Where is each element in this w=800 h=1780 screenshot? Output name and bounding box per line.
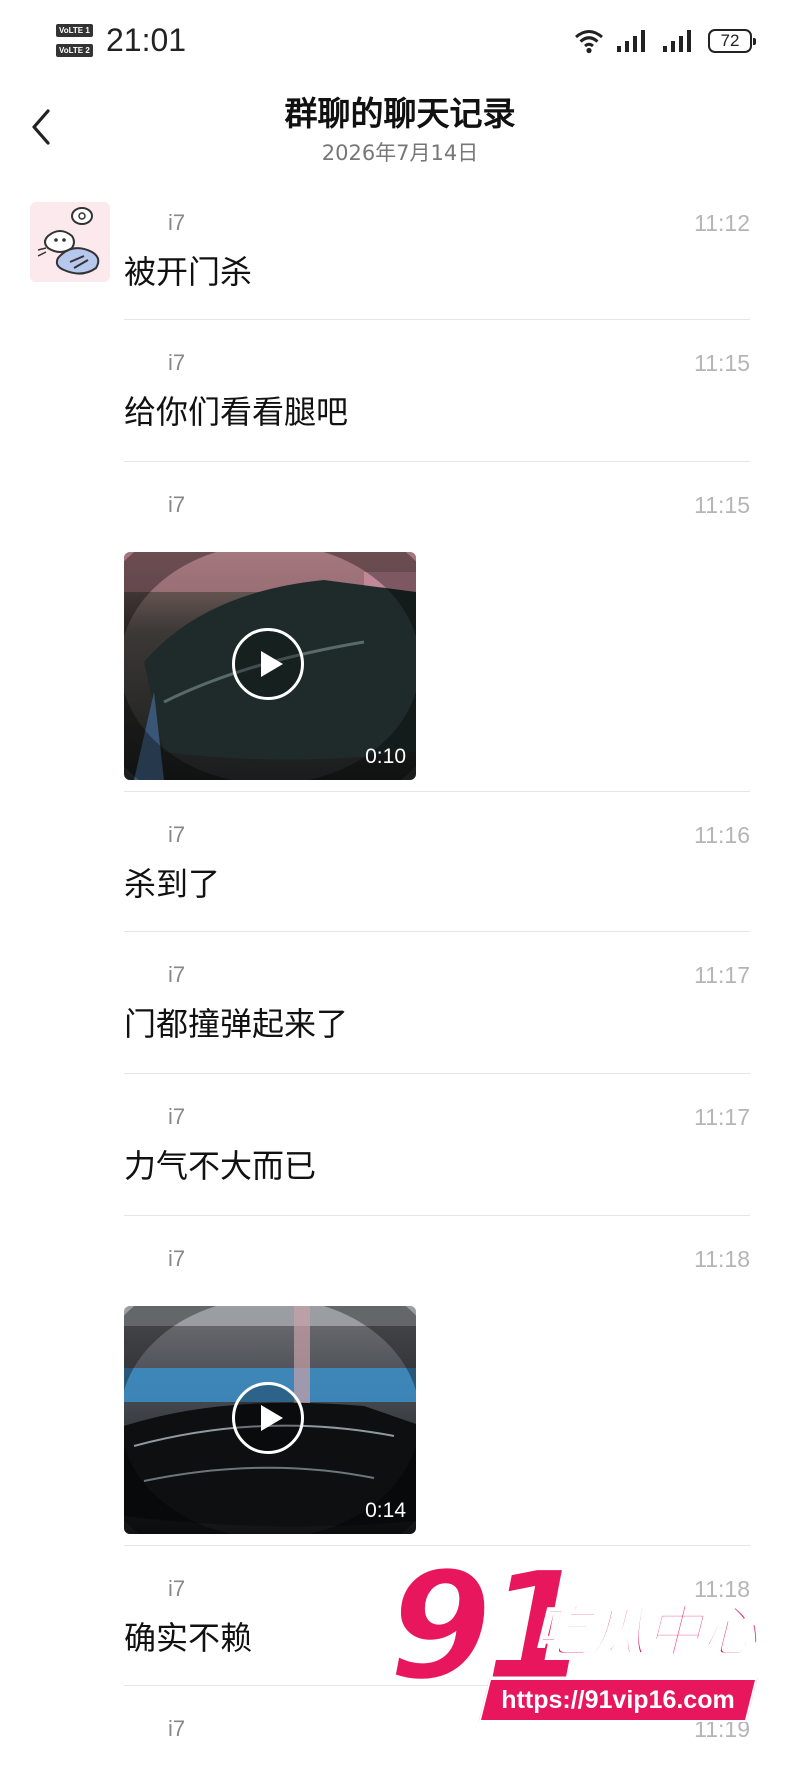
page-subtitle: 2026年7月14日: [321, 141, 479, 165]
message-time: 11:16: [694, 822, 750, 848]
message-time: 11:17: [694, 1104, 750, 1130]
message-text: 给你们看看腿吧: [124, 393, 349, 431]
message-item[interactable]: i7 11:12 被开门杀: [0, 180, 800, 320]
message-time: 11:15: [694, 350, 750, 376]
message-item[interactable]: i7 11:17 门都撞弹起来了: [0, 932, 800, 1074]
sender-name: i7: [168, 1104, 186, 1129]
volte-badge-2: VoLTE 2: [56, 44, 93, 57]
volte-badge-1: VoLTE 1: [56, 24, 93, 37]
message-time: 11:12: [694, 210, 750, 236]
battery-nub: [753, 38, 756, 45]
message-time: 11:18: [694, 1246, 750, 1272]
status-icons: 72: [574, 24, 756, 58]
message-item[interactable]: i7 11:18 0:14: [0, 1216, 800, 1546]
message-time: 11:15: [694, 492, 750, 518]
watermark-name: 吃瓜中心: [533, 1599, 759, 1666]
message-text: 被开门杀: [124, 253, 253, 291]
volte-indicator: VoLTE 1 VoLTE 2: [56, 24, 100, 62]
message-item[interactable]: i7 11:16 杀到了: [0, 792, 800, 932]
status-bar: VoLTE 1 VoLTE 2 21:01 72: [0, 0, 800, 80]
signal-icon: [617, 30, 645, 52]
battery-icon: 72: [708, 29, 756, 53]
video-message[interactable]: 0:14: [124, 1306, 416, 1534]
wifi-icon: [575, 30, 603, 54]
message-item[interactable]: i7 11:15 给你们看看腿吧: [0, 320, 800, 462]
sender-name: i7: [168, 350, 186, 375]
watermark-logo: 91 吃瓜中心 https://91vip16.com: [384, 1551, 774, 1752]
battery-level: 72: [720, 31, 740, 50]
play-icon[interactable]: [232, 628, 304, 700]
avatar[interactable]: [30, 202, 110, 282]
sender-name: i7: [168, 1716, 186, 1741]
video-duration: 0:14: [365, 1499, 406, 1522]
sender-name: i7: [168, 1246, 186, 1271]
message-text: 门都撞弹起来了: [124, 1005, 349, 1043]
sender-name: i7: [168, 822, 186, 847]
sender-name: i7: [168, 962, 186, 987]
header: 群聊的聊天记录 2026年7月14日: [0, 80, 800, 180]
cartoon-avatar-icon: [30, 202, 110, 282]
watermark-url: https://91vip16.com: [501, 1686, 735, 1714]
signal-icon: [663, 30, 691, 52]
sender-name: i7: [168, 1576, 186, 1601]
message-time: 11:17: [694, 962, 750, 988]
message-item[interactable]: i7 11:15 0:10: [0, 462, 800, 792]
video-duration: 0:10: [365, 745, 406, 768]
page-title: 群聊的聊天记录: [284, 94, 516, 133]
play-icon[interactable]: [232, 1382, 304, 1454]
message-text: 力气不大而已: [124, 1147, 317, 1185]
sender-name: i7: [168, 210, 186, 235]
status-time: 21:01: [106, 22, 187, 58]
message-text: 确实不赖: [124, 1619, 253, 1657]
watermark-url-badge: https://91vip16.com: [478, 1678, 758, 1722]
video-message[interactable]: 0:10: [124, 552, 416, 780]
sender-name: i7: [168, 492, 186, 517]
message-text: 杀到了: [124, 865, 221, 903]
message-item[interactable]: i7 11:17 力气不大而已: [0, 1074, 800, 1216]
